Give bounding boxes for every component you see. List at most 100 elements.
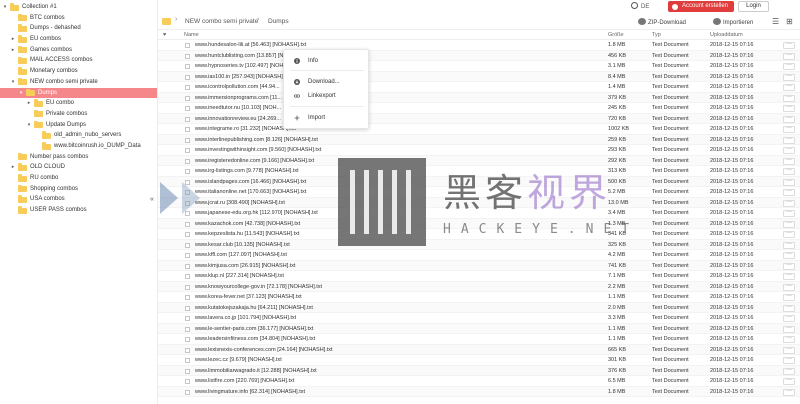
file-name[interactable]: www.klup.nl [227.314] [NOHASH].txt [195,271,284,282]
row-checkbox[interactable] [185,232,190,237]
file-name[interactable]: www.listfire.com [220.769] [NOHASH].txt [195,376,294,387]
file-name[interactable]: www.kffl.com [127.097] [NOHASH].txt [195,250,287,261]
list-view-icon[interactable]: ☰ [772,17,779,26]
table-row[interactable]: www.islandpages.com [16.466] [NOHASH].tx… [158,176,800,187]
table-row[interactable]: www.kffl.com [127.097] [NOHASH].txt 4.2 M… [158,250,800,261]
file-name[interactable]: www.kutatokejszakaja.hu [64.211] [NOHASH… [195,303,313,314]
more-actions-button[interactable]: ··· [783,346,795,354]
row-checkbox[interactable] [185,211,190,216]
chevron-right-icon[interactable]: ▸ [10,45,16,56]
table-row[interactable]: www.kimjusa.com [26.915] [NOHASH].txt 741… [158,260,800,272]
sidebar-item[interactable]: Private combos [0,109,157,120]
create-account-button[interactable]: Account erstellen [668,1,734,12]
row-checkbox[interactable] [185,358,190,363]
more-actions-button[interactable]: ··· [783,52,795,60]
more-actions-button[interactable]: ··· [783,356,795,364]
row-checkbox[interactable] [185,190,190,195]
file-name[interactable]: www.lezec.cz [9.679] [NOHASH].txt [195,355,282,366]
row-checkbox[interactable] [185,253,190,258]
more-actions-button[interactable]: ··· [783,314,795,322]
more-actions-button[interactable]: ··· [783,73,795,81]
row-checkbox[interactable] [185,158,190,164]
sidebar-item[interactable]: ▾ Dumps [0,87,157,99]
file-name[interactable]: www.ineedtutor.nu [10.103] [NOH... [195,103,281,114]
more-actions-button[interactable]: ··· [783,230,795,238]
menu-item-import[interactable]: Import [284,111,370,125]
table-row[interactable]: www.japanese-edu.org.hk [112.970] [NOHAS… [158,208,800,219]
more-actions-button[interactable]: ··· [783,304,795,312]
more-actions-button[interactable]: ··· [783,125,795,133]
menu-item-info[interactable]: Info [284,54,370,68]
row-checkbox[interactable] [185,347,190,353]
table-row[interactable]: www.innovationreview.eu [24.269... 720 KB… [158,113,800,125]
more-actions-button[interactable]: ··· [783,199,795,207]
chevron-right-icon[interactable]: ▸ [26,98,32,109]
table-row[interactable]: www.limmobiliarwagrado.it [12.288] [NOHA… [158,365,800,377]
file-name[interactable]: www.japanese-edu.org.hk [112.970] [NOHAS… [195,208,318,219]
column-header-size[interactable]: Größe [608,32,624,38]
more-actions-button[interactable]: ··· [783,104,795,112]
sidebar-item[interactable]: ▸ Games combos [0,45,157,56]
file-name[interactable]: www.integrame.ro [31.232] [NOHASH].txt [195,124,296,135]
sidebar-item[interactable]: ▾ Collection #1 [0,2,157,13]
table-row[interactable]: www.lavera.co.jp [101.794] [NOHASH].txt 3… [158,313,800,324]
breadcrumb-item-new-combo[interactable]: NEW combo semi private [185,18,258,25]
collapse-sidebar-button[interactable]: « [150,196,154,203]
table-row[interactable]: www.kepzeslista.hu [11.543] [NOHASH].txt… [158,229,800,240]
chevron-down-icon[interactable]: ▾ [26,120,32,131]
table-row[interactable]: www.integrame.ro [31.232] [NOHASH].txt 10… [158,124,800,135]
more-actions-button[interactable]: ··· [783,325,795,333]
row-checkbox[interactable] [185,179,190,185]
file-name[interactable]: www.kesar.club [10.135] [NOHASH].txt [195,240,290,251]
grid-view-icon[interactable]: ⊞ [786,17,793,26]
table-row[interactable]: www.ias100.in [257.943] [NOHASH].txt 8.4 … [158,71,800,82]
file-name[interactable]: www.limmobiliarwagrado.it [12.288] [NOHA… [195,366,317,377]
more-actions-button[interactable]: ··· [783,83,795,91]
more-actions-button[interactable]: ··· [783,188,795,196]
row-checkbox[interactable] [185,221,190,227]
sidebar-item[interactable]: ▾ NEW combo semi private [0,77,157,88]
chevron-right-icon[interactable]: ▸ [10,34,16,45]
import-button[interactable]: Importieren [713,18,753,26]
sidebar-item[interactable]: old_admin_nubo_servers [0,130,157,141]
more-actions-button[interactable]: ··· [783,388,795,396]
table-row[interactable]: www.kazachok.com [42.738] [NOHASH].txt 1.… [158,218,800,229]
table-row[interactable]: www.listfire.com [220.769] [NOHASH].txt 6… [158,376,800,387]
sidebar-item[interactable]: RU combo [0,173,157,184]
file-name[interactable]: www.icontrolpollution.com [44.94... [195,82,280,93]
menu-item-linkexport[interactable]: Linkexport [284,89,370,103]
more-actions-button[interactable]: ··· [783,136,795,144]
table-row[interactable]: www.knowyourcollege-gov.in [72.178] [NOH… [158,281,800,293]
table-row[interactable]: www.lexisnexis-conferences.com [24.164] … [158,344,800,355]
more-actions-button[interactable]: ··· [783,262,795,270]
row-checkbox[interactable] [185,106,190,111]
more-actions-button[interactable]: ··· [783,335,795,343]
more-actions-button[interactable]: ··· [783,220,795,228]
chevron-down-icon[interactable]: ▾ [2,2,8,13]
row-checkbox[interactable] [185,148,190,153]
file-name[interactable]: www.innovationreview.eu [24.269... [195,114,281,125]
table-row[interactable]: www.icontrolpollution.com [44.94... 1.4 M… [158,82,800,93]
file-name[interactable]: www.immersionprograms.com [11... [195,93,282,104]
table-row[interactable]: www.lezec.cz [9.679] [NOHASH].txt 301 KB T… [158,355,800,366]
sidebar-item[interactable]: ▸ OLD CLOUD [0,162,157,173]
file-name[interactable]: www.kimjusa.com [26.915] [NOHASH].txt [195,261,296,272]
sidebar-item[interactable]: ▾ Update Dumps [0,120,157,131]
row-checkbox[interactable] [185,274,190,279]
table-row[interactable]: www.leadersinfitness.com [34.804] [NOHAS… [158,334,800,345]
more-actions-button[interactable]: ··· [783,367,795,375]
table-row[interactable]: www.hundesalon-lili.at [56.463] [NOHASH]… [158,40,800,51]
table-row[interactable]: www.italianonline.net [170.663] [NOHASH]… [158,187,800,198]
file-name[interactable]: www.jcrat.ru [308.490] [NOHASH].txt [195,198,285,209]
table-row[interactable]: www.klup.nl [227.314] [NOHASH].txt 7.1 MB… [158,271,800,282]
row-checkbox[interactable] [185,263,190,269]
column-header-type[interactable]: Typ [652,32,661,38]
row-checkbox[interactable] [185,389,190,395]
table-row[interactable]: www.le-sentier-paris.com [36.177] [NOHAS… [158,323,800,334]
file-name[interactable]: www.knowyourcollege-gov.in [72.178] [NOH… [195,282,322,293]
row-checkbox[interactable] [185,379,190,384]
table-row[interactable]: www.ineedtutor.nu [10.103] [NOH... 245 KB… [158,103,800,114]
table-row[interactable]: www.kutatokejszakaja.hu [64.211] [NOHASH… [158,302,800,314]
more-actions-button[interactable]: ··· [783,157,795,165]
file-name[interactable]: www.italianonline.net [170.663] [NOHASH]… [195,187,306,198]
